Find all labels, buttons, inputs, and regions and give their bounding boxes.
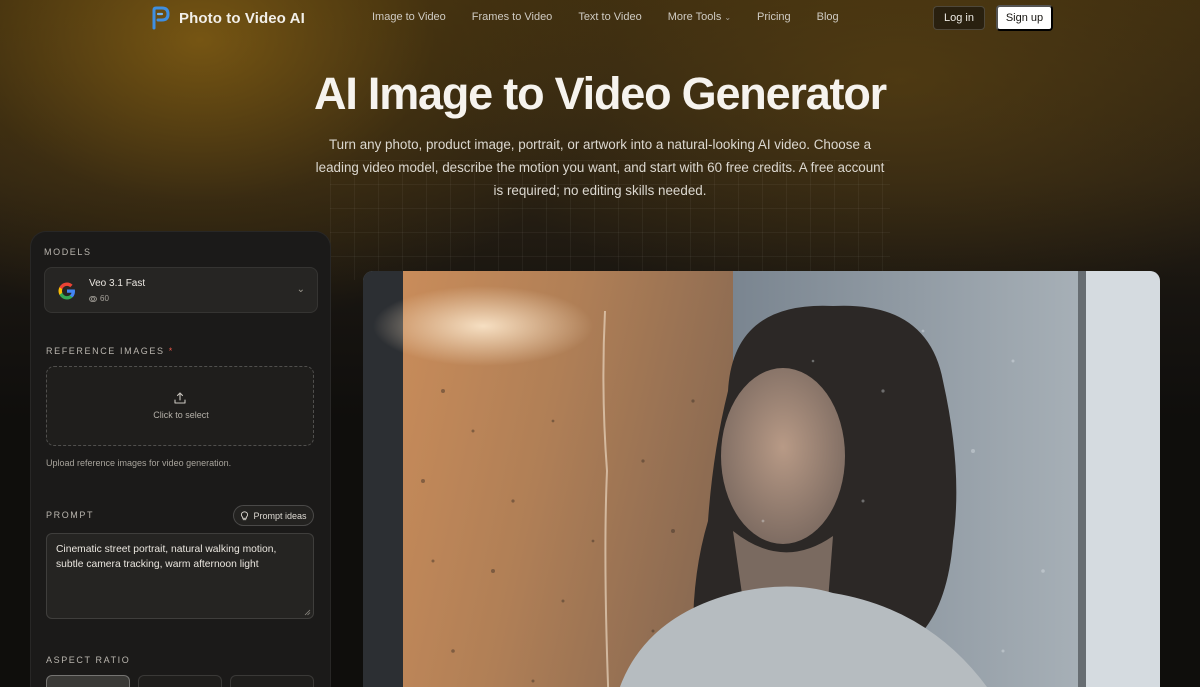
- signup-button[interactable]: Sign up: [996, 5, 1053, 31]
- chevron-down-icon: ⌄: [296, 284, 305, 295]
- chevron-down-icon: ⌄: [724, 12, 732, 22]
- resize-handle-icon[interactable]: [304, 609, 311, 616]
- reference-images-label-text: REFERENCE IMAGES: [46, 346, 165, 356]
- lightbulb-icon: [241, 510, 249, 520]
- brand[interactable]: Photo to Video AI: [151, 6, 305, 30]
- nav-link-label: Blog: [816, 11, 839, 23]
- upload-prompt-text: Click to select: [153, 410, 209, 420]
- nav-link-more-tools[interactable]: More Tools ⌄: [668, 11, 731, 23]
- prompt-text: Cinematic street portrait, natural walki…: [56, 544, 277, 570]
- nav-link-label: More Tools: [667, 11, 722, 23]
- google-icon: [58, 282, 75, 300]
- aspect-ratio-option-2[interactable]: [138, 675, 222, 687]
- preview-image: [363, 271, 1160, 687]
- required-mark: *: [168, 346, 174, 356]
- reference-images-label: REFERENCE IMAGES *: [46, 346, 174, 356]
- aspect-ratio-option-1[interactable]: [46, 675, 130, 687]
- nav-link-pricing[interactable]: Pricing: [757, 11, 791, 23]
- nav-link-label: Text to Video: [578, 11, 642, 23]
- generator-panel: MODELS Veo 3.1 Fast 60 ⌄ REFERENCE IMAGE…: [30, 231, 331, 687]
- nav-links: Image to Video Frames to Video Text to V…: [372, 11, 865, 23]
- upload-help-text: Upload reference images for video genera…: [46, 458, 232, 468]
- model-credit-value: 60: [100, 294, 109, 303]
- nav-link-frames-to-video[interactable]: Frames to Video: [472, 11, 553, 23]
- model-select[interactable]: Veo 3.1 Fast 60 ⌄: [44, 267, 318, 313]
- upload-icon: [174, 392, 186, 404]
- brand-logo-icon: [152, 6, 170, 30]
- reference-image-dropzone[interactable]: Click to select: [46, 366, 314, 446]
- nav-link-text-to-video[interactable]: Text to Video: [578, 11, 641, 23]
- coins-icon: [89, 295, 97, 302]
- aspect-ratio-label: ASPECT RATIO: [46, 655, 131, 665]
- aspect-ratio-option-3[interactable]: [230, 675, 314, 687]
- login-button[interactable]: Log in: [933, 6, 985, 30]
- nav-link-label: Image to Video: [372, 11, 446, 23]
- nav-link-blog[interactable]: Blog: [817, 11, 839, 23]
- top-nav: Photo to Video AI Image to Video Frames …: [0, 0, 1200, 36]
- prompt-textarea[interactable]: Cinematic street portrait, natural walki…: [46, 533, 314, 619]
- models-label: MODELS: [44, 247, 92, 257]
- hero-subtitle: Turn any photo, product image, portrait,…: [315, 137, 885, 198]
- brand-name: Photo to Video AI: [179, 9, 305, 27]
- prompt-label: PROMPT: [46, 510, 95, 520]
- preview-video[interactable]: [363, 271, 1160, 687]
- model-name: Veo 3.1 Fast: [89, 278, 146, 289]
- nav-link-image-to-video[interactable]: Image to Video: [372, 11, 446, 23]
- nav-link-label: Pricing: [757, 11, 791, 23]
- model-credits: 60: [89, 294, 109, 303]
- nav-link-label: Frames to Video: [471, 11, 553, 23]
- page-title: AI Image to Video Generator: [314, 68, 887, 119]
- prompt-ideas-button[interactable]: Prompt ideas: [233, 505, 314, 526]
- prompt-ideas-label: Prompt ideas: [253, 510, 307, 521]
